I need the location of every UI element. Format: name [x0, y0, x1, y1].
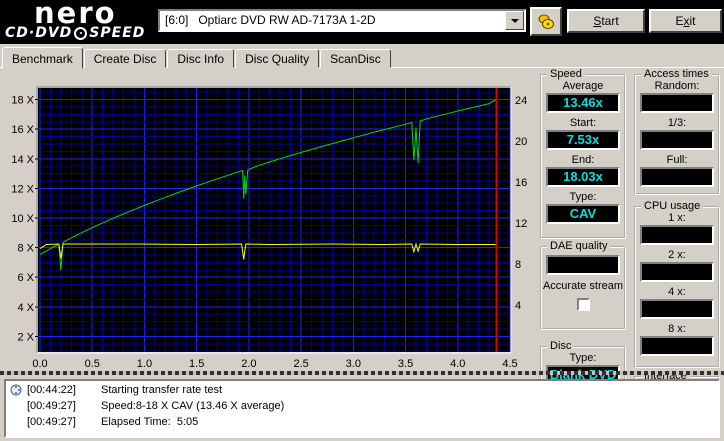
type-label: Type: [569, 191, 597, 203]
y-left-tick: 16 X [11, 124, 34, 136]
y-left-tick: 10 X [11, 213, 34, 225]
start-speed-value: 7.53x [546, 130, 620, 150]
group-title: Speed [547, 68, 585, 81]
tool-button[interactable] [530, 7, 562, 36]
tab-scandisc[interactable]: ScanDisc [320, 49, 391, 68]
y-left-tick: 14 X [11, 154, 34, 166]
end-speed-value: 18.03x [546, 167, 620, 187]
x-tick: 3.5 [398, 358, 413, 370]
tab-disc-info[interactable]: Disc Info [167, 49, 235, 68]
start-button[interactable]: Start [567, 9, 645, 33]
log-message: Speed:8-18 X CAV (13.46 X average) [101, 400, 285, 412]
y-right-tick: 12 [515, 218, 527, 230]
x-tick: 0.0 [32, 358, 47, 370]
disc-type-label: Type: [569, 352, 597, 364]
average-speed-value: 13.46x [546, 93, 620, 113]
cpu-4x-label: 4 x: [668, 286, 686, 298]
exit-button[interactable]: Exit [648, 8, 723, 34]
log-entry: [00:49:27] Speed:8-18 X CAV (13.46 X ave… [6, 399, 718, 413]
chevron-down-icon [510, 18, 519, 23]
x-tick: 4.0 [450, 358, 465, 370]
x-tick: 1.0 [137, 358, 152, 370]
average-label: Average [562, 80, 604, 92]
log-message: Elapsed Time: 5:05 [101, 416, 199, 428]
log-message: Starting transfer rate test [101, 384, 223, 396]
accurate-stream-label: Accurate stream [542, 280, 624, 292]
cpu-8x-label: 8 x: [668, 323, 686, 335]
disc-icon [74, 26, 88, 40]
tab-strip: Benchmark Create Disc Disc Info Disc Qua… [2, 46, 392, 69]
y-right-tick: 16 [515, 177, 527, 189]
accurate-stream-checkbox[interactable] [576, 298, 590, 311]
y-left-tick: 12 X [11, 183, 34, 195]
tab-benchmark[interactable]: Benchmark [2, 47, 83, 69]
y-right-tick: 24 [515, 95, 527, 107]
logo-cd-dvd-text: CD·DVD [5, 25, 73, 41]
one-third-label: 1/3: [667, 117, 687, 129]
group-title: Disc [547, 340, 575, 353]
drive-select-dropdown-button[interactable] [505, 11, 524, 30]
one-third-access-value [640, 130, 714, 150]
logo-speed-text: SPEED [89, 25, 146, 41]
log-entry: [00:44:22] Starting transfer rate test [6, 383, 718, 397]
log-timestamp: [00:44:22] [27, 384, 76, 396]
cpu-2x-value [640, 262, 714, 282]
random-label: Random: [654, 80, 700, 92]
y-left-tick: 8 X [17, 243, 34, 255]
y-left-tick: 4 X [17, 302, 34, 314]
y-left-tick: 18 X [11, 95, 34, 107]
splitter [0, 371, 724, 375]
drive-select-value: [6:0] Optiarc DVD RW AD-7173A 1-2D [165, 13, 376, 27]
full-access-value [640, 167, 714, 187]
speed-type-value: CAV [546, 204, 620, 224]
log-panel: [00:44:22] Starting transfer rate test [… [4, 379, 720, 438]
end-label: End: [571, 154, 595, 166]
test-log-icon [10, 384, 22, 396]
y-right-tick: 4 [515, 300, 521, 312]
y-right-tick: 8 [515, 259, 521, 271]
random-access-value [640, 93, 714, 113]
full-label: Full: [666, 154, 688, 166]
x-tick: 3.0 [346, 358, 361, 370]
cpu-2x-label: 2 x: [668, 249, 686, 261]
log-timestamp: [00:49:27] [27, 416, 76, 428]
y-left-tick: 6 X [17, 272, 34, 284]
access-times-group: Access times Random: 1/3: Full: [634, 68, 720, 195]
y-right-tick: 20 [515, 136, 527, 148]
drive-select[interactable]: [6:0] Optiarc DVD RW AD-7173A 1-2D [158, 9, 526, 32]
cpu-1x-label: 1 x: [668, 212, 686, 224]
app-header-bar: nero CD·DVD SPEED [6:0] Optiarc DVD RW A… [0, 0, 724, 44]
x-tick: 4.5 [502, 358, 517, 370]
cpu-usage-group: CPU usage 1 x: 2 x: 4 x: 8 x: [634, 200, 720, 368]
x-tick: 0.5 [85, 358, 100, 370]
group-title: Access times [641, 68, 712, 81]
log-entry: [00:49:27] Elapsed Time: 5:05 [6, 415, 718, 429]
tab-disc-quality[interactable]: Disc Quality [235, 49, 320, 68]
dae-quality-group: DAE quality Accurate stream [540, 240, 626, 330]
cd-dvd-speed-logo: CD·DVD SPEED [5, 25, 145, 41]
tab-create-disc[interactable]: Create Disc [83, 49, 167, 68]
dae-quality-value [546, 255, 620, 275]
x-tick: 2.0 [241, 358, 256, 370]
x-tick: 2.5 [293, 358, 308, 370]
cpu-4x-value [640, 299, 714, 319]
group-title: CPU usage [641, 200, 704, 213]
x-tick: 1.5 [189, 358, 204, 370]
cpu-8x-value [640, 336, 714, 356]
log-timestamp: [00:49:27] [27, 400, 76, 412]
cpu-1x-value [640, 225, 714, 245]
speed-group: Speed Average 13.46x Start: 7.53x End: 1… [540, 68, 626, 239]
tool-icon [538, 14, 554, 29]
benchmark-chart: 18 X 16 X 14 X 12 X 10 X 8 X 6 X 4 X 2 X 24 20 16 12… [11, 86, 527, 370]
start-label: Start: [569, 117, 597, 129]
y-left-tick: 2 X [17, 331, 34, 343]
group-title: DAE quality [547, 240, 611, 253]
